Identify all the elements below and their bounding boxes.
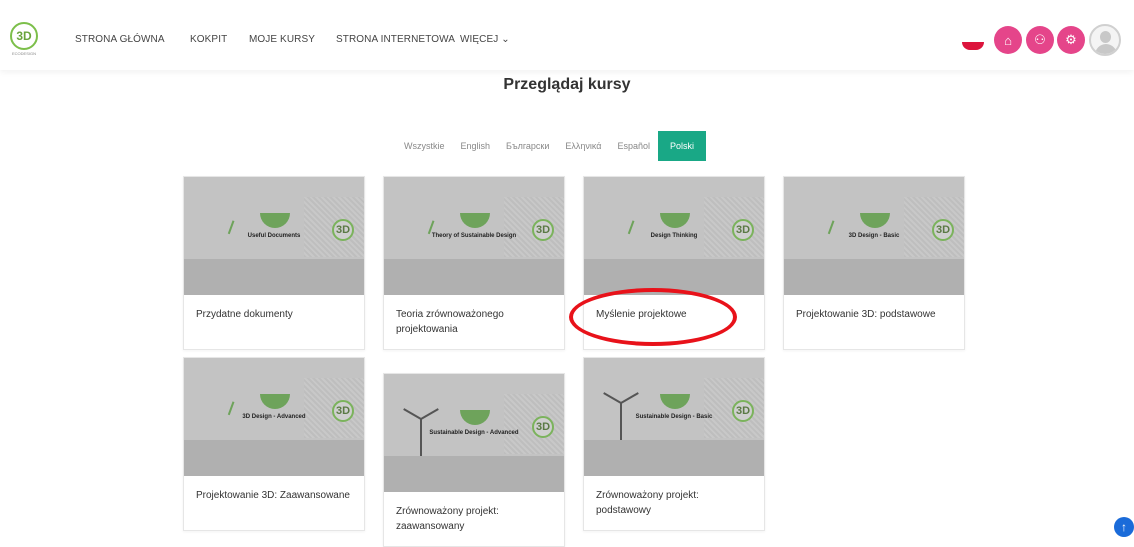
course-thumbnail: 3D Theory of Sustainable Design [384,177,564,295]
course-title[interactable]: Projektowanie 3D: podstawowe [784,295,964,349]
course-title[interactable]: Przydatne dokumenty [184,295,364,349]
settings-glyph: ⚙ [1065,32,1077,47]
filter-bulgarian[interactable]: Български [498,131,557,161]
cube-glyph: ⌂ [1004,32,1012,48]
nav-dashboard[interactable]: KOKPIT [190,34,227,45]
thumbnail-caption: Useful Documents [247,233,301,239]
course-card-3d-design-advanced[interactable]: 3D 3D Design - Advanced Projektowanie 3D… [183,357,365,531]
filter-all[interactable]: Wszystkie [396,131,453,161]
course-title[interactable]: Myślenie projektowe [584,295,764,349]
thumbnail-caption: 3D Design - Advanced [242,414,306,420]
nav-my-courses[interactable]: MOJE KURSY [249,34,315,45]
course-card-useful-documents[interactable]: 3D Useful Documents Przydatne dokumenty [183,176,365,350]
course-card-3d-design-basic[interactable]: 3D 3D Design - Basic Projektowanie 3D: p… [783,176,965,350]
scroll-to-top-button[interactable]: ↑ [1114,517,1134,537]
course-thumbnail: 3D Sustainable Design - Advanced [384,374,564,492]
thumbnail-caption: Sustainable Design - Advanced [429,430,519,436]
filter-polish[interactable]: Polski [658,131,707,161]
filter-spanish[interactable]: Español [609,131,658,161]
link-icon[interactable]: ⚇ [1026,26,1054,54]
thumbnail-caption: Sustainable Design - Basic [635,414,713,420]
poland-flag-icon[interactable] [962,34,984,50]
course-title[interactable]: Zrównoważony projekt: podstawowy [584,476,764,530]
course-card-sustainable-design-advanced[interactable]: 3D Sustainable Design - Advanced Zrównow… [383,373,565,547]
course-card-design-thinking[interactable]: 3D Design Thinking Myślenie projektowe [583,176,765,350]
course-card-sustainable-design-basic[interactable]: 3D Sustainable Design - Basic Zrównoważo… [583,357,765,531]
filter-greek[interactable]: Ελληνικά [557,131,609,161]
page-title: Przeglądaj kursy [503,76,631,93]
thumbnail-caption: 3D Design - Basic [848,233,900,239]
settings-icon[interactable]: ⚙ [1057,26,1085,54]
course-title[interactable]: Zrównoważony projekt: zaawansowany [384,492,564,546]
logo-text: 3D [16,29,32,43]
course-thumbnail: 3D 3D Design - Advanced [184,358,364,476]
nav-website[interactable]: STRONA INTERNETOWA [336,34,455,45]
thumbnail-caption: Design Thinking [650,233,698,239]
nav-home[interactable]: STRONA GŁÓWNA [75,34,165,45]
cube-icon[interactable]: ⌂ [994,26,1022,54]
language-filter-bar: Wszystkie English Български Ελληνικά Esp… [396,131,707,161]
course-thumbnail: 3D 3D Design - Basic [784,177,964,295]
thumbnail-caption: Theory of Sustainable Design [431,233,517,239]
logo-tagline: ECODESIGN [12,51,37,56]
link-glyph: ⚇ [1034,32,1046,47]
user-avatar[interactable] [1089,24,1121,56]
nav-more-dropdown[interactable]: WIĘCEJ ⌄ [460,34,510,45]
course-title[interactable]: Teoria zrównoważonego projektowania [384,295,564,349]
course-title[interactable]: Projektowanie 3D: Zaawansowane [184,476,364,530]
course-card-theory-sustainable-design[interactable]: 3D Theory of Sustainable Design Teoria z… [383,176,565,350]
course-thumbnail: 3D Sustainable Design - Basic [584,358,764,476]
course-thumbnail: 3D Useful Documents [184,177,364,295]
top-navbar: 3D ECODESIGN STRONA GŁÓWNA KOKPIT MOJE K… [0,0,1134,70]
filter-english[interactable]: English [453,131,499,161]
site-logo[interactable]: 3D ECODESIGN [10,22,38,56]
course-thumbnail: 3D Design Thinking [584,177,764,295]
